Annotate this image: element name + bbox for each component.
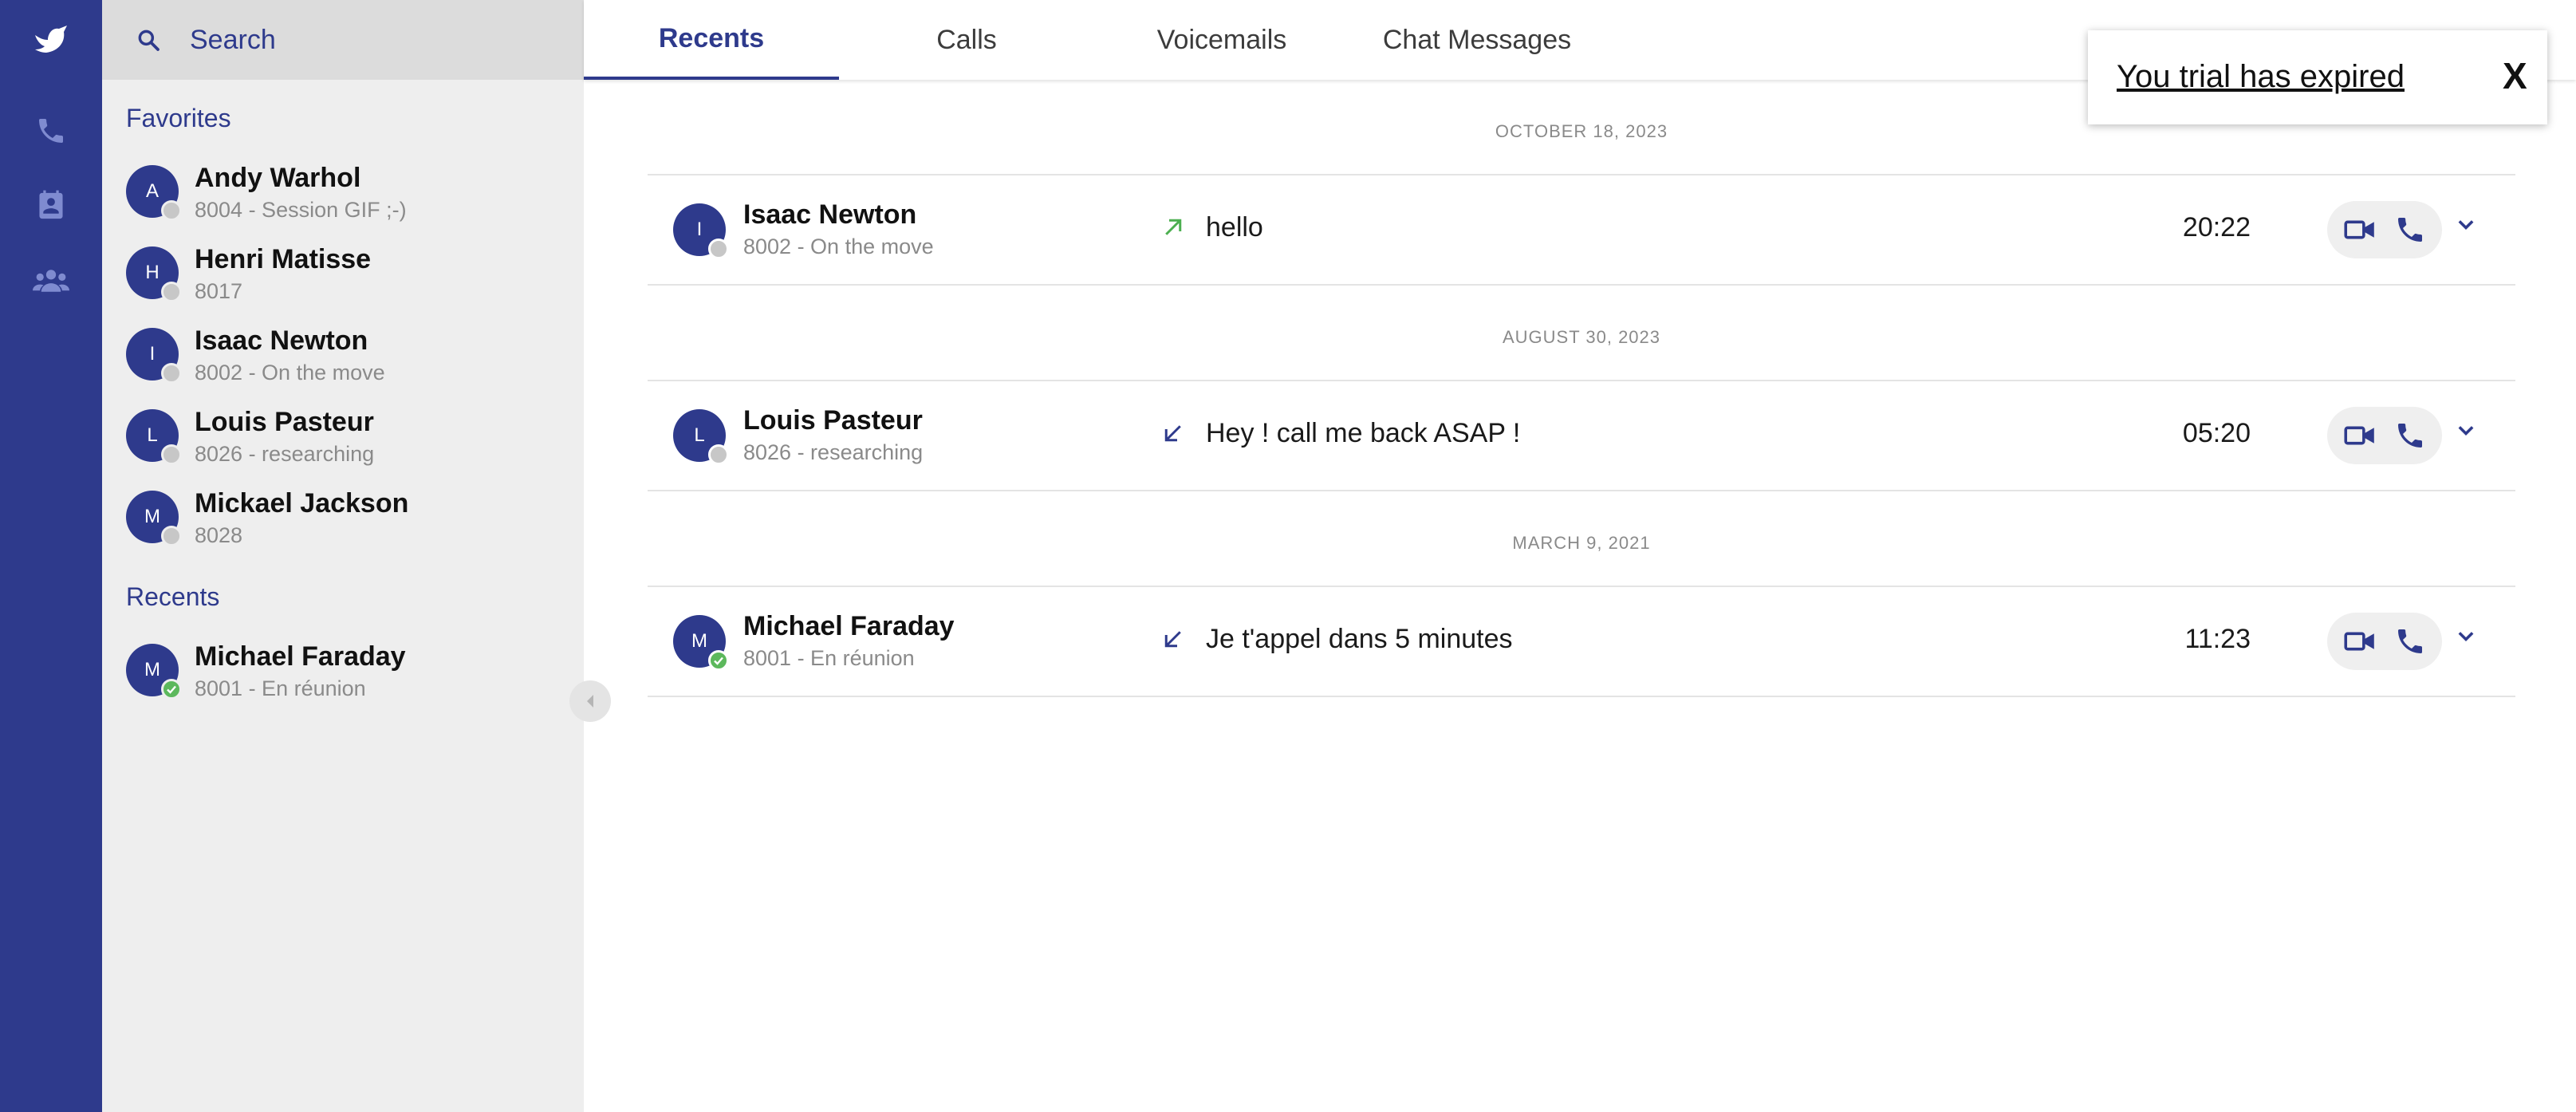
contact-name: Isaac Newton bbox=[743, 199, 917, 230]
search-icon bbox=[136, 27, 161, 57]
avatar: H bbox=[126, 246, 182, 302]
presence-indicator bbox=[708, 239, 729, 259]
chevron-left-icon bbox=[587, 695, 593, 708]
contact-name: Michael Faraday bbox=[743, 611, 955, 641]
phone-call-icon[interactable] bbox=[2394, 214, 2426, 250]
favorites-title: Favorites bbox=[126, 104, 231, 132]
divider bbox=[648, 284, 2515, 286]
favorite-contact[interactable]: I Isaac Newton 8002 - On the move bbox=[102, 316, 584, 392]
contact-name: Mickael Jackson bbox=[195, 488, 409, 519]
incoming-arrow-icon bbox=[1161, 627, 1185, 655]
phone-call-icon[interactable] bbox=[2394, 420, 2426, 455]
recent-row[interactable]: L Louis Pasteur 8026 - researching Hey !… bbox=[648, 381, 2515, 490]
contact-status: 8026 - researching bbox=[195, 442, 375, 466]
contact-status: 8001 - En réunion bbox=[195, 676, 366, 700]
chevron-down-icon[interactable] bbox=[2455, 214, 2477, 240]
call-actions bbox=[2327, 407, 2442, 464]
search-bar bbox=[102, 0, 584, 80]
timestamp: 20:22 bbox=[2182, 212, 2251, 243]
presence-indicator bbox=[161, 526, 182, 546]
recents-title: Recents bbox=[126, 582, 220, 611]
bird-logo-icon[interactable] bbox=[0, 11, 102, 69]
outgoing-arrow-icon bbox=[1161, 215, 1185, 243]
last-message: Hey ! call me back ASAP ! bbox=[1206, 418, 1521, 448]
tab-chat-messages[interactable]: Chat Messages bbox=[1349, 0, 1605, 80]
chevron-down-icon[interactable] bbox=[2455, 625, 2477, 652]
contact-status: 8001 - En réunion bbox=[743, 646, 915, 670]
avatar: M bbox=[126, 491, 182, 546]
phone-icon[interactable] bbox=[0, 108, 102, 153]
call-actions bbox=[2327, 201, 2442, 258]
left-rail bbox=[0, 0, 102, 1112]
check-icon bbox=[714, 657, 723, 665]
date-separator: AUGUST 30, 2023 bbox=[1502, 327, 1661, 347]
incoming-arrow-icon bbox=[1161, 421, 1185, 449]
last-message: hello bbox=[1206, 212, 1263, 243]
last-message: Je t'appel dans 5 minutes bbox=[1206, 624, 1513, 654]
presence-indicator bbox=[161, 200, 182, 221]
search-input[interactable] bbox=[190, 19, 557, 61]
check-icon bbox=[167, 685, 176, 694]
avatar: A bbox=[126, 165, 182, 221]
contact-name: Isaac Newton bbox=[195, 325, 368, 356]
contact-status: 8028 bbox=[195, 523, 243, 547]
tab-voicemails[interactable]: Voicemails bbox=[1094, 0, 1349, 80]
contact-name: Andy Warhol bbox=[195, 163, 361, 193]
favorite-contact[interactable]: H Henri Matisse 8017 bbox=[102, 235, 584, 311]
divider bbox=[648, 490, 2515, 491]
contact-book-icon[interactable] bbox=[0, 183, 102, 228]
chevron-down-icon[interactable] bbox=[2455, 420, 2477, 446]
recent-row[interactable]: I Isaac Newton 8002 - On the move hello … bbox=[648, 175, 2515, 284]
presence-indicator bbox=[161, 363, 182, 384]
favorite-contact[interactable]: L Louis Pasteur 8026 - researching bbox=[102, 397, 584, 474]
recent-contact[interactable]: M Michael Faraday 8001 - En réunion bbox=[102, 632, 584, 708]
close-toast-button[interactable]: X bbox=[2503, 57, 2527, 94]
date-separator: MARCH 9, 2021 bbox=[1512, 533, 1651, 553]
presence-indicator bbox=[708, 444, 729, 465]
avatar: I bbox=[126, 328, 182, 384]
call-actions bbox=[2327, 613, 2442, 670]
collapse-sidebar-button[interactable] bbox=[569, 680, 611, 722]
contact-status: 8017 bbox=[195, 279, 243, 303]
presence-indicator bbox=[708, 650, 729, 671]
timestamp: 11:23 bbox=[2184, 624, 2251, 654]
avatar: I bbox=[673, 203, 729, 259]
contact-name: Henri Matisse bbox=[195, 244, 372, 274]
tab-recents[interactable]: Recents bbox=[584, 0, 839, 80]
favorite-contact[interactable]: M Mickael Jackson 8028 bbox=[102, 479, 584, 555]
favorite-contact[interactable]: A Andy Warhol 8004 - Session GIF ;-) bbox=[102, 153, 584, 230]
phone-call-icon[interactable] bbox=[2394, 625, 2426, 661]
sidebar: Favorites A Andy Warhol 8004 - Session G… bbox=[102, 0, 584, 1112]
avatar: M bbox=[673, 615, 729, 671]
group-icon[interactable] bbox=[0, 258, 102, 303]
video-call-icon[interactable] bbox=[2343, 214, 2377, 250]
avatar: L bbox=[126, 409, 182, 465]
contact-name: Michael Faraday bbox=[195, 641, 406, 672]
avatar: M bbox=[126, 644, 182, 700]
video-call-icon[interactable] bbox=[2343, 420, 2377, 455]
contact-status: 8026 - researching bbox=[743, 440, 924, 464]
tab-calls[interactable]: Calls bbox=[839, 0, 1094, 80]
contact-status: 8004 - Session GIF ;-) bbox=[195, 198, 407, 222]
avatar: L bbox=[673, 409, 729, 465]
video-call-icon[interactable] bbox=[2343, 625, 2377, 661]
recent-row[interactable]: M Michael Faraday 8001 - En réunion Je t… bbox=[648, 587, 2515, 696]
trial-expired-toast: You trial has expired X bbox=[2088, 30, 2547, 124]
presence-indicator bbox=[161, 444, 182, 465]
contact-name: Louis Pasteur bbox=[195, 407, 374, 437]
divider bbox=[648, 696, 2515, 697]
presence-indicator bbox=[161, 282, 182, 302]
contact-name: Louis Pasteur bbox=[743, 405, 923, 436]
contact-status: 8002 - On the move bbox=[743, 235, 934, 258]
presence-indicator bbox=[161, 679, 182, 700]
toast-message-link[interactable]: You trial has expired bbox=[2117, 59, 2405, 95]
contact-status: 8002 - On the move bbox=[195, 361, 385, 384]
timestamp: 05:20 bbox=[2182, 418, 2251, 448]
